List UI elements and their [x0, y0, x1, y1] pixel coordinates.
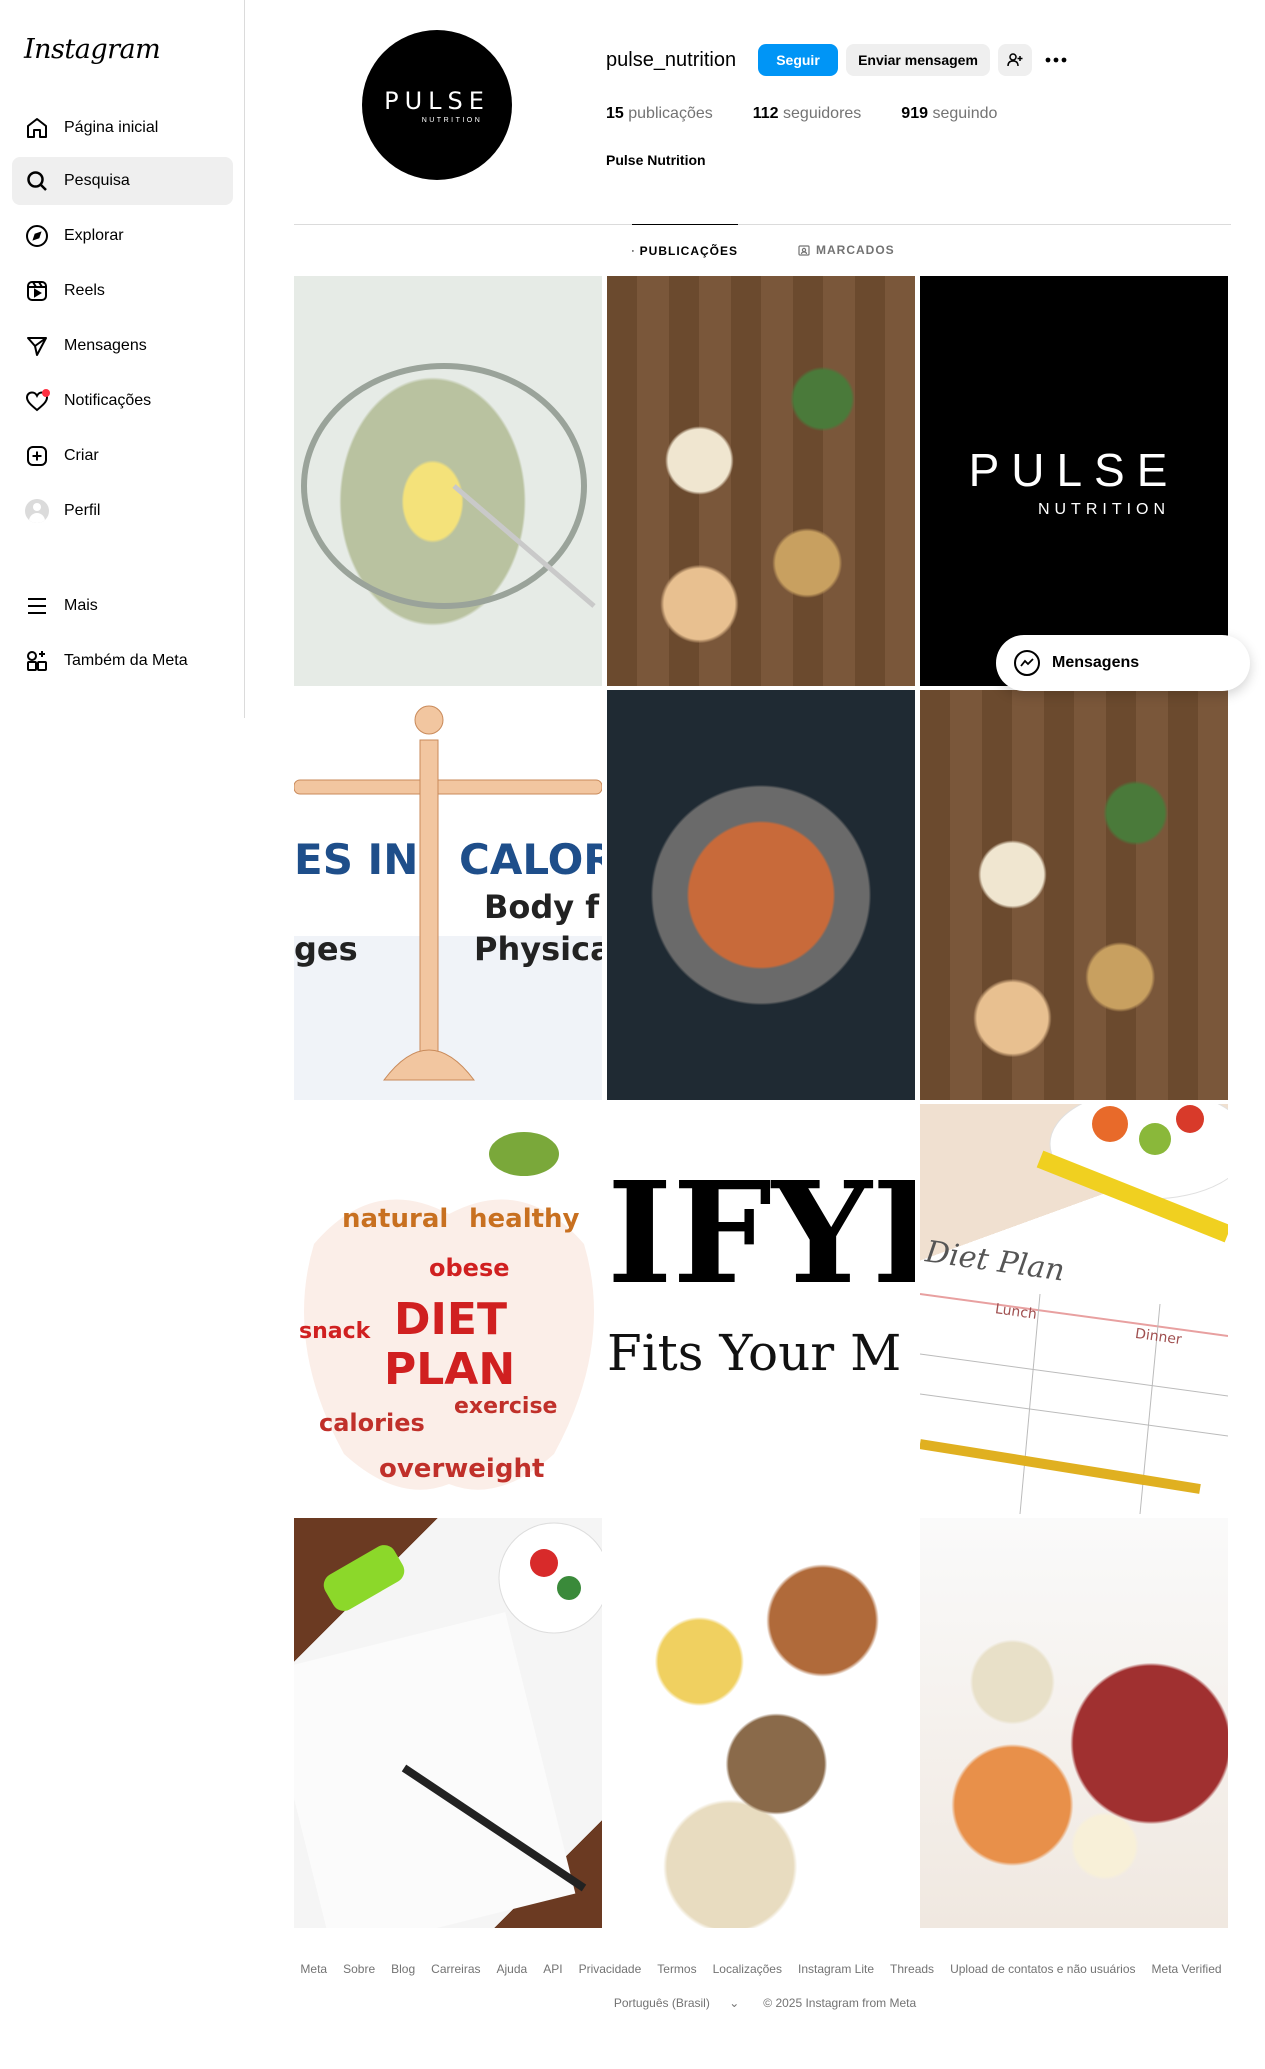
tag-icon: [798, 245, 810, 256]
post-tile-grains[interactable]: [607, 1518, 915, 1928]
footer-link[interactable]: Ajuda: [497, 1962, 528, 1976]
messenger-icon: [1014, 650, 1040, 676]
post-tile-food-table[interactable]: [607, 276, 915, 686]
footer-link[interactable]: Carreiras: [431, 1962, 480, 1976]
avatar-logo-word: PULSE: [384, 86, 490, 115]
posts-stat: 15 publicações: [606, 105, 713, 122]
sidebar-item-explore[interactable]: Explorar: [12, 212, 233, 260]
meta-apps-icon: [24, 648, 50, 674]
footer-link[interactable]: Upload de contatos e não usuários: [950, 1962, 1135, 1976]
add-person-icon: [1007, 53, 1023, 67]
sidebar-item-label: Página inicial: [64, 119, 159, 136]
footer-link[interactable]: Instagram Lite: [798, 1962, 874, 1976]
notification-dot: [42, 389, 50, 397]
post-tile-protein[interactable]: [920, 1518, 1228, 1928]
copyright: © 2025 Instagram from Meta: [763, 1996, 917, 2010]
send-icon: [24, 333, 50, 359]
sidebar-item-label: Também da Meta: [64, 652, 188, 669]
language-select[interactable]: Português (Brasil) ⌄: [606, 1996, 747, 2010]
footer-link[interactable]: Threads: [890, 1962, 934, 1976]
sidebar-item-create[interactable]: Criar: [12, 432, 233, 480]
sidebar-item-messages[interactable]: Mensagens: [12, 322, 233, 370]
footer-link[interactable]: Meta Verified: [1152, 1962, 1222, 1976]
sidebar-item-reels[interactable]: Reels: [12, 267, 233, 315]
diet-plan-image: [920, 1104, 1228, 1514]
sidebar-item-meta[interactable]: Também da Meta: [12, 637, 233, 685]
footer-links: Meta Sobre Blog Carreiras Ajuda API Priv…: [294, 1962, 1228, 1976]
sidebar-item-label: Criar: [64, 447, 99, 464]
tabs-divider: [294, 224, 1231, 225]
sidebar-item-label: Mais: [64, 597, 98, 614]
sidebar-item-more[interactable]: Mais: [12, 582, 233, 630]
profile-stats: 15 publicações 112 seguidores 919 seguin…: [606, 105, 1037, 123]
post-tile-pasta[interactable]: [607, 690, 915, 1100]
post-tile-food-table-2[interactable]: [920, 690, 1228, 1100]
sidebar-item-label: Explorar: [64, 227, 124, 244]
follow-button[interactable]: Seguir: [758, 44, 838, 76]
reels-icon: [24, 278, 50, 304]
post-tile-calories-scale[interactable]: ES IN CALOR Body f ges Physica: [294, 690, 602, 1100]
post-tile-notepad[interactable]: [294, 1518, 602, 1928]
profile-full-name: Pulse Nutrition: [606, 152, 706, 168]
avatar: [25, 499, 49, 523]
footer-link[interactable]: Meta: [300, 1962, 327, 1976]
sidebar-item-label: Pesquisa: [64, 172, 130, 189]
footer-link[interactable]: Sobre: [343, 1962, 375, 1976]
compass-icon: [24, 223, 50, 249]
sidebar-item-profile[interactable]: Perfil: [12, 487, 233, 535]
salad-bowl-image: [301, 363, 596, 609]
plus-square-icon: [24, 443, 50, 469]
post-tile-diet-plan[interactable]: Diet Plan Lunch Dinner: [920, 1104, 1228, 1514]
chevron-down-icon: ⌄: [729, 1996, 740, 2010]
footer-link[interactable]: Privacidade: [579, 1962, 642, 1976]
sidebar-item-label: Perfil: [64, 502, 101, 519]
tab-tagged[interactable]: MARCADOS: [798, 224, 895, 276]
avatar-logo-sub: NUTRITION: [421, 116, 483, 124]
tab-posts[interactable]: PUBLICAÇÕES: [632, 224, 738, 276]
more-options-button[interactable]: [1040, 44, 1072, 76]
followers-stat[interactable]: 112 seguidores: [753, 105, 862, 123]
instagram-logo[interactable]: Instagram: [24, 34, 161, 65]
heart-icon: [24, 388, 50, 414]
post-tile-salad[interactable]: [294, 276, 602, 686]
post-tile-pulse-logo[interactable]: PULSE NUTRITION: [920, 276, 1228, 686]
following-stat[interactable]: 919 seguindo: [901, 105, 997, 123]
suggest-people-button[interactable]: [998, 44, 1032, 76]
sidebar-item-notifications[interactable]: Notificações: [12, 377, 233, 425]
notepad-image: [294, 1522, 602, 1928]
sidebar-item-label: Mensagens: [64, 337, 147, 354]
send-message-button[interactable]: Enviar mensagem: [846, 44, 990, 76]
menu-icon: [24, 593, 50, 619]
footer-link[interactable]: API: [543, 1962, 562, 1976]
messages-floating-button[interactable]: Mensagens: [996, 635, 1250, 691]
footer-link[interactable]: Termos: [657, 1962, 696, 1976]
profile-avatar[interactable]: PULSE NUTRITION: [362, 30, 512, 180]
footer-bottom: Português (Brasil) ⌄ © 2025 Instagram fr…: [294, 1996, 1228, 2010]
sidebar-item-label: Notificações: [64, 392, 152, 409]
post-tile-iifym[interactable]: IFYI Fits Your M: [607, 1104, 915, 1514]
footer-link[interactable]: Localizações: [713, 1962, 782, 1976]
sidebar: Instagram Página inicial Pesquisa Explor…: [0, 0, 245, 718]
search-icon: [24, 168, 50, 194]
ellipsis-icon: [1045, 57, 1067, 63]
home-icon: [24, 115, 50, 141]
grid-icon: [632, 249, 634, 252]
footer-link[interactable]: Blog: [391, 1962, 415, 1976]
sidebar-item-search[interactable]: Pesquisa: [12, 157, 233, 205]
sidebar-item-home[interactable]: Página inicial: [12, 104, 233, 152]
post-tile-diet-apple[interactable]: natural healthy obese DIET snack PLAN ca…: [294, 1104, 602, 1514]
sidebar-item-label: Reels: [64, 282, 105, 299]
profile-username: pulse_nutrition: [606, 49, 737, 71]
